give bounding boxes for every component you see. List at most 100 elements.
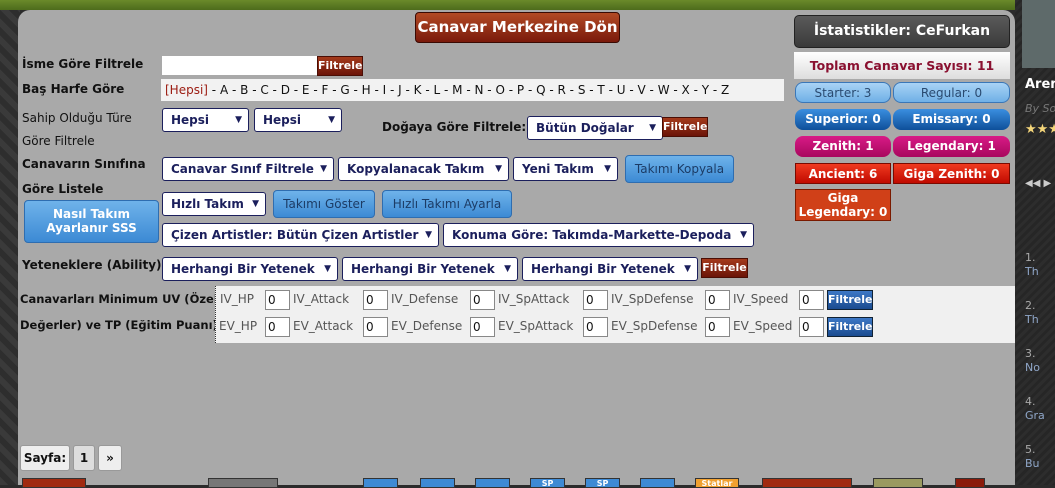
letter-link[interactable]: R [558, 83, 566, 97]
letter-separator: - [565, 83, 578, 97]
back-to-monster-center-button[interactable]: Canavar Merkezine Dön [415, 12, 620, 43]
letter-link[interactable]: T [597, 83, 604, 97]
letter-link[interactable]: G [340, 83, 349, 97]
set-quick-team-button[interactable]: Hızlı Takımı Ayarla [382, 190, 512, 218]
location-select[interactable]: Konuma Göre: Takımda-Markette-Depoda ▼ [443, 223, 754, 247]
team-setup-faq-button[interactable]: Nasıl Takım Ayarlanır SSS [24, 200, 159, 243]
letter-link[interactable]: D [281, 83, 290, 97]
letter-link[interactable]: W [658, 83, 670, 97]
letter-link[interactable]: Q [536, 83, 545, 97]
stat-emissary[interactable]: Emissary: 0 [893, 109, 1010, 130]
sidebar-list-item[interactable]: 2. [1025, 299, 1036, 312]
letter-link[interactable]: X [682, 83, 690, 97]
bottom-button[interactable] [22, 478, 86, 488]
artist-select[interactable]: Çizen Artistler: Bütün Çizen Artistler ▼ [162, 223, 439, 247]
iv-input[interactable]: 0 [363, 290, 388, 310]
rewind-icon[interactable]: ◀◀ ▶ [1025, 178, 1051, 189]
letter-link[interactable]: U [617, 83, 626, 97]
letter-separator: - [401, 83, 414, 97]
ev-input[interactable]: 0 [583, 317, 608, 337]
ability-select-3[interactable]: Herhangi Bir Yetenek ▼ [522, 257, 698, 281]
ability-filter-button[interactable]: Filtrele [701, 258, 748, 278]
bottom-button[interactable] [955, 478, 985, 488]
quick-team-select[interactable]: Hızlı Takım ▼ [162, 192, 266, 216]
bottom-button[interactable] [762, 478, 852, 488]
letter-link[interactable]: A [220, 83, 228, 97]
stat-regular[interactable]: Regular: 0 [893, 82, 1010, 103]
iv-input[interactable]: 0 [470, 290, 495, 310]
iv-label: IV_Defense [391, 292, 459, 306]
stat-ancient[interactable]: Ancient: 6 [795, 163, 891, 184]
sidebar-title[interactable]: Aren [1025, 77, 1055, 92]
copy-team-select[interactable]: Kopyalanacak Takım ▼ [338, 157, 509, 181]
name-filter-button[interactable]: Filtrele [317, 56, 363, 76]
game-thumbnail[interactable] [1022, 0, 1055, 68]
letter-link[interactable]: M [452, 83, 462, 97]
ev-filter-button[interactable]: Filtrele [827, 317, 873, 337]
iv-input[interactable]: 0 [583, 290, 608, 310]
sidebar-list-item[interactable]: No [1025, 361, 1040, 374]
stat-legendary[interactable]: Legendary: 1 [893, 136, 1010, 157]
letter-link[interactable]: V [638, 83, 646, 97]
sidebar-list-item[interactable]: Th [1025, 265, 1039, 278]
bottom-button[interactable] [475, 478, 510, 488]
bottom-button[interactable] [208, 478, 278, 488]
iv-input[interactable]: 0 [265, 290, 290, 310]
letter-link[interactable]: O [495, 83, 504, 97]
letter-link[interactable]: Y [702, 83, 709, 97]
ev-input[interactable]: 0 [363, 317, 388, 337]
ev-input[interactable]: 0 [470, 317, 495, 337]
nature-select[interactable]: Bütün Doğalar ▼ [527, 116, 663, 140]
ev-input[interactable]: 0 [705, 317, 730, 337]
type-select-2[interactable]: Hepsi ▼ [254, 108, 342, 132]
letter-separator: - [421, 83, 434, 97]
ability-select-1[interactable]: Herhangi Bir Yetenek ▼ [162, 257, 338, 281]
nature-filter-button[interactable]: Filtrele [662, 117, 708, 137]
ability-select-2[interactable]: Herhangi Bir Yetenek ▼ [342, 257, 518, 281]
chevron-down-icon: ▼ [649, 123, 656, 133]
sidebar-list-item[interactable]: 3. [1025, 347, 1036, 360]
class-select[interactable]: Canavar Sınıf Filtrele ▼ [162, 157, 334, 181]
sidebar-list-item[interactable]: Th [1025, 313, 1039, 326]
stat-starter[interactable]: Starter: 3 [795, 82, 891, 103]
letter-separator: - [604, 83, 617, 97]
top-banner [0, 0, 1015, 10]
page-1-button[interactable]: 1 [73, 445, 95, 471]
letter-link[interactable]: Z [721, 83, 729, 97]
sidebar-list-item[interactable]: 1. [1025, 251, 1036, 264]
iv-input[interactable]: 0 [705, 290, 730, 310]
sp-button-2[interactable]: SP [585, 478, 620, 488]
letter-link[interactable]: K [414, 83, 422, 97]
iv-input[interactable]: 0 [799, 290, 824, 310]
letter-link[interactable]: C [260, 83, 268, 97]
sidebar-list-item[interactable]: 4. [1025, 395, 1036, 408]
chevron-down-icon: ▼ [604, 164, 611, 174]
new-team-select[interactable]: Yeni Takım ▼ [513, 157, 618, 181]
name-filter-label: İsme Göre Filtrele [22, 57, 144, 71]
show-team-button[interactable]: Takımı Göster [273, 190, 375, 218]
sidebar-list-item[interactable]: Gra [1025, 409, 1045, 422]
sp-button[interactable]: SP [530, 478, 565, 488]
name-filter-input[interactable] [162, 56, 317, 75]
stat-zenith[interactable]: Zenith: 1 [795, 136, 891, 157]
bottom-button[interactable] [363, 478, 398, 488]
copy-team-button[interactable]: Takımı Kopyala [625, 155, 734, 183]
letter-link[interactable]: H [362, 83, 371, 97]
bottom-button[interactable] [640, 478, 675, 488]
type-select-1[interactable]: Hepsi ▼ [162, 108, 249, 132]
next-page-button[interactable]: » [98, 445, 122, 471]
stat-giga-legendary[interactable]: Giga Legendary: 0 [795, 189, 891, 221]
iv-filter-button[interactable]: Filtrele [827, 290, 873, 310]
bottom-button[interactable] [420, 478, 455, 488]
letter-all-link[interactable]: [Hepsi] [165, 83, 208, 97]
stat-giga-zenith[interactable]: Giga Zenith: 0 [893, 163, 1010, 184]
bottom-button[interactable] [873, 478, 923, 488]
sidebar-list-item[interactable]: 5. [1025, 443, 1036, 456]
letter-link[interactable]: E [302, 83, 310, 97]
sidebar-list-item[interactable]: Bu [1025, 457, 1040, 470]
ev-input[interactable]: 0 [265, 317, 290, 337]
ev-input[interactable]: 0 [799, 317, 824, 337]
stat-superior[interactable]: Superior: 0 [795, 109, 891, 130]
stats-button[interactable]: Statlar [695, 478, 739, 488]
nature-select-value: Bütün Doğalar [536, 121, 634, 135]
